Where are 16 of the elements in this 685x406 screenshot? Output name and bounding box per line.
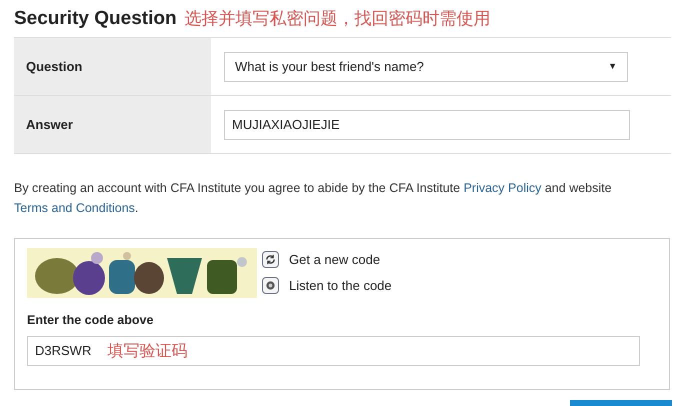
agreement-text: By creating an account with CFA Institute you agree to abide by the CFA Institute Privacy Policy and website Terms and Conditions. [14, 180, 613, 217]
terms-link[interactable]: Terms and Conditions [14, 201, 135, 215]
privacy-policy-link[interactable]: Privacy Policy [464, 181, 542, 195]
annotation: 选择并填写私密问题，找回密码时需使用 [184, 8, 491, 31]
captcha-action-link[interactable]: Listen to the code [289, 276, 392, 295]
speaker-icon[interactable] [262, 276, 279, 294]
field-label: Answer [26, 116, 73, 134]
field-label: Question [26, 58, 82, 76]
question-select[interactable]: What is your best friend's name? ▼ [224, 52, 628, 82]
refresh-icon[interactable] [262, 251, 279, 268]
section-title: Security Question [14, 7, 177, 31]
code-field[interactable]: D3RSWR 填写验证码 [27, 336, 640, 366]
code-label: Enter the code above [27, 312, 154, 329]
annotation: 填写验证码 [107, 340, 188, 362]
answer-field[interactable]: MUJIAXIAOJIEJIE [224, 110, 630, 140]
captcha-action-link[interactable]: Get a new code [289, 250, 380, 270]
